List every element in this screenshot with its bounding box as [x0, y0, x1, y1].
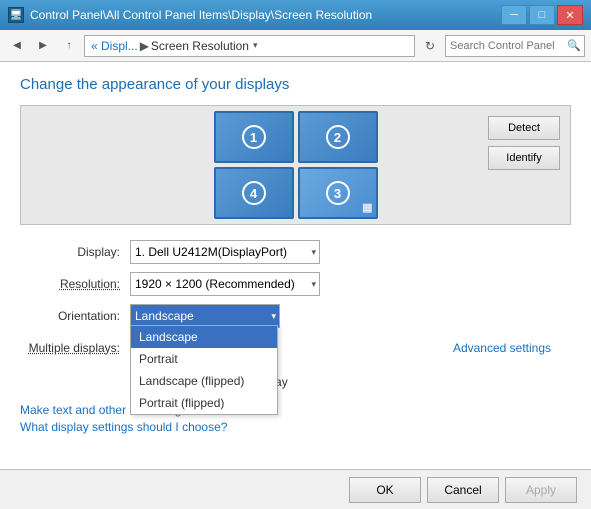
display-preview: 1 2 4 3 Detect Identify — [20, 105, 571, 225]
title-bar-buttons: ─ □ ✕ — [501, 5, 583, 25]
detect-button[interactable]: Detect — [488, 116, 560, 140]
up-button[interactable]: ↑ — [58, 35, 80, 57]
monitor-num-1: 1 — [242, 125, 266, 149]
dropdown-item-landscape[interactable]: Landscape — [131, 326, 277, 348]
orientation-row: Orientation: Landscape Portrait Landscap… — [20, 303, 571, 329]
search-wrap: 🔍 — [445, 35, 585, 57]
title-bar-text: Control Panel\All Control Panel Items\Di… — [30, 8, 501, 22]
search-icon: 🔍 — [567, 39, 581, 52]
back-button[interactable]: ◀ — [6, 35, 28, 57]
breadcrumb-parent[interactable]: « Displ... — [91, 39, 138, 53]
dropdown-item-portrait[interactable]: Portrait — [131, 348, 277, 370]
monitor-tile-2[interactable]: 2 — [298, 111, 378, 163]
detect-identify-buttons: Detect Identify — [488, 116, 560, 170]
display-label: Display: — [20, 245, 130, 259]
breadcrumb-separator: ▶ — [140, 39, 149, 53]
monitors-container: 1 2 4 3 — [214, 111, 378, 219]
breadcrumb-bar[interactable]: « Displ... ▶ Screen Resolution ▾ — [84, 35, 415, 57]
ok-button[interactable]: OK — [349, 477, 421, 503]
bottom-bar: OK Cancel Apply — [0, 469, 591, 509]
refresh-button[interactable]: ↻ — [419, 35, 441, 57]
link-section: Make text and other items larger or smal… — [20, 403, 571, 434]
monitor-tile-4[interactable]: 4 — [214, 167, 294, 219]
advanced-settings-link[interactable]: Advanced settings — [453, 341, 551, 355]
title-bar: 🖥 Control Panel\All Control Panel Items\… — [0, 0, 591, 30]
address-bar: ◀ ▶ ↑ « Displ... ▶ Screen Resolution ▾ ↻… — [0, 30, 591, 62]
window-icon-glyph: 🖥 — [10, 10, 23, 21]
resolution-row: Resolution: 1920 × 1200 (Recommended) ▾ — [20, 271, 571, 297]
resolution-select-wrap: 1920 × 1200 (Recommended) ▾ — [130, 272, 320, 296]
breadcrumb-current: Screen Resolution — [151, 39, 249, 53]
main-content: Change the appearance of your displays 1… — [0, 62, 591, 509]
resolution-label: Resolution: — [20, 277, 130, 291]
close-button[interactable]: ✕ — [557, 5, 583, 25]
multiple-displays-row: Multiple displays: display ▾ Advanced se… — [20, 335, 571, 361]
window-icon: 🖥 — [8, 7, 24, 23]
monitor-num-3: 3 — [326, 181, 350, 205]
display-select-wrap: 1. Dell U2412M(DisplayPort) ▾ — [130, 240, 320, 264]
breadcrumb-dropdown-icon[interactable]: ▾ — [253, 40, 258, 51]
monitor-tile-1[interactable]: 1 — [214, 111, 294, 163]
orientation-dropdown[interactable]: Landscape Portrait Landscape (flipped) P… — [130, 325, 278, 415]
multiple-displays-label: Multiple displays: — [20, 341, 130, 355]
apply-button[interactable]: Apply — [505, 477, 577, 503]
search-input[interactable] — [445, 35, 585, 57]
forward-button[interactable]: ▶ — [32, 35, 54, 57]
form-section: Display: 1. Dell U2412M(DisplayPort) ▾ R… — [20, 239, 571, 395]
identify-button[interactable]: Identify — [488, 146, 560, 170]
monitor-num-4: 4 — [242, 181, 266, 205]
minimize-button[interactable]: ─ — [501, 5, 527, 25]
maximize-button[interactable]: □ — [529, 5, 555, 25]
display-row: Display: 1. Dell U2412M(DisplayPort) ▾ — [20, 239, 571, 265]
dropdown-item-landscape-flipped[interactable]: Landscape (flipped) — [131, 370, 277, 392]
monitor-tile-3[interactable]: 3 — [298, 167, 378, 219]
display-settings-link[interactable]: What display settings should I choose? — [20, 420, 571, 434]
page-title: Change the appearance of your displays — [20, 76, 571, 93]
orientation-label: Orientation: — [20, 309, 130, 323]
monitor-num-2: 2 — [326, 125, 350, 149]
resolution-select[interactable]: 1920 × 1200 (Recommended) — [130, 272, 320, 296]
display-select[interactable]: 1. Dell U2412M(DisplayPort) — [130, 240, 320, 264]
dropdown-item-portrait-flipped[interactable]: Portrait (flipped) — [131, 392, 277, 414]
text-size-link[interactable]: Make text and other items larger or smal… — [20, 403, 571, 417]
cancel-button[interactable]: Cancel — [427, 477, 499, 503]
